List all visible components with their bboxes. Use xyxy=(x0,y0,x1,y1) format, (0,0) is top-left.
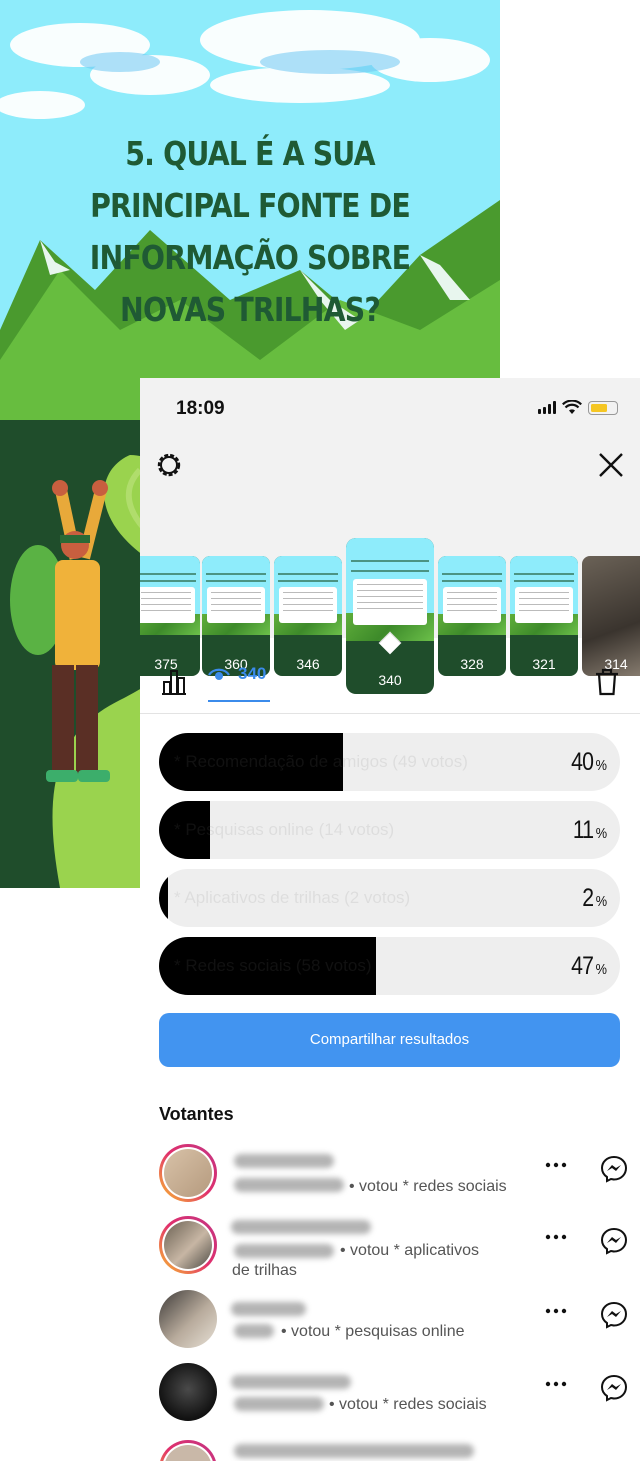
avatar[interactable] xyxy=(159,1216,217,1274)
vote-choice: • votou * aplicativos xyxy=(340,1242,480,1259)
more-options-icon[interactable] xyxy=(545,1162,567,1168)
more-options-icon[interactable] xyxy=(545,1381,567,1387)
voters-heading: Votantes xyxy=(159,1104,234,1124)
bar-chart-icon[interactable] xyxy=(160,668,188,696)
poll-option-bar: * Redes sociais (58 votos) 47% xyxy=(159,937,620,995)
story-header: 375 360 346 340 328 321 314 xyxy=(140,438,640,694)
voter-row[interactable]: • votou * aplicativos de trilhas xyxy=(159,1216,629,1280)
poll-results: * Recomendação de amigos (49 votos) 40% … xyxy=(159,733,620,1005)
views-count: 340 xyxy=(238,664,267,683)
poll-option-label: * Recomendação de amigos (49 votos) xyxy=(174,752,468,771)
voter-row[interactable]: • votou * redes sociais xyxy=(159,1144,629,1208)
status-icons xyxy=(538,400,618,415)
messenger-icon[interactable] xyxy=(599,1373,629,1403)
poll-option-percent: 11% xyxy=(572,816,607,844)
trash-icon[interactable] xyxy=(594,668,620,696)
battery-icon xyxy=(588,400,618,415)
status-time: 18:09 xyxy=(176,398,225,419)
signal-icon xyxy=(538,401,556,414)
results-tabs: 340 xyxy=(140,638,640,714)
messenger-icon[interactable] xyxy=(599,1300,629,1330)
poll-results-panel: 18:09 375 360 346 340 328 321 314 340 * … xyxy=(140,378,640,1461)
avatar[interactable] xyxy=(159,1363,217,1421)
poll-option-bar: * Recomendação de amigos (49 votos) 40% xyxy=(159,733,620,791)
poll-option-percent: 40% xyxy=(571,748,607,776)
poll-option-bar: * Pesquisas online (14 votos) 11% xyxy=(159,801,620,859)
messenger-icon[interactable] xyxy=(599,1154,629,1184)
avatar[interactable] xyxy=(159,1290,217,1348)
poll-option-label: * Redes sociais (58 votos) xyxy=(174,956,372,975)
story-thumbnails: 375 360 346 340 328 321 314 xyxy=(140,478,640,694)
more-options-icon[interactable] xyxy=(545,1234,567,1240)
vote-choice: • votou * redes sociais xyxy=(349,1178,507,1195)
poll-option-label: * Aplicativos de trilhas (2 votos) xyxy=(174,888,411,907)
voter-row[interactable]: • votou * pesquisas online xyxy=(159,1290,629,1354)
more-options-icon[interactable] xyxy=(545,1308,567,1314)
poster-question: 5. QUAL É A SUA PRINCIPAL FONTE DE INFOR… xyxy=(89,134,411,329)
vote-choice: • votou * redes sociais xyxy=(329,1396,487,1413)
avatar[interactable] xyxy=(159,1440,217,1461)
gear-icon[interactable] xyxy=(154,450,184,480)
status-bar: 18:09 xyxy=(140,378,640,438)
poll-option-percent: 2% xyxy=(581,884,607,912)
poll-option-fill xyxy=(159,869,169,927)
vote-choice-continued: de trilhas xyxy=(232,1262,297,1279)
poll-option-label: * Pesquisas online (14 votos) xyxy=(174,820,395,839)
tab-viewers[interactable]: 340 xyxy=(208,664,270,702)
share-results-button[interactable]: Compartilhar resultados xyxy=(159,1013,620,1067)
voter-row[interactable] xyxy=(159,1440,629,1461)
poll-option-bar: * Aplicativos de trilhas (2 votos) 2% xyxy=(159,869,620,927)
eye-icon xyxy=(208,668,230,680)
vote-choice: • votou * pesquisas online xyxy=(281,1323,465,1340)
wifi-icon xyxy=(562,400,582,414)
messenger-icon[interactable] xyxy=(599,1226,629,1256)
poll-option-percent: 47% xyxy=(571,952,607,980)
voter-row[interactable]: • votou * redes sociais xyxy=(159,1363,629,1427)
avatar[interactable] xyxy=(159,1144,217,1202)
close-icon[interactable] xyxy=(596,450,626,480)
